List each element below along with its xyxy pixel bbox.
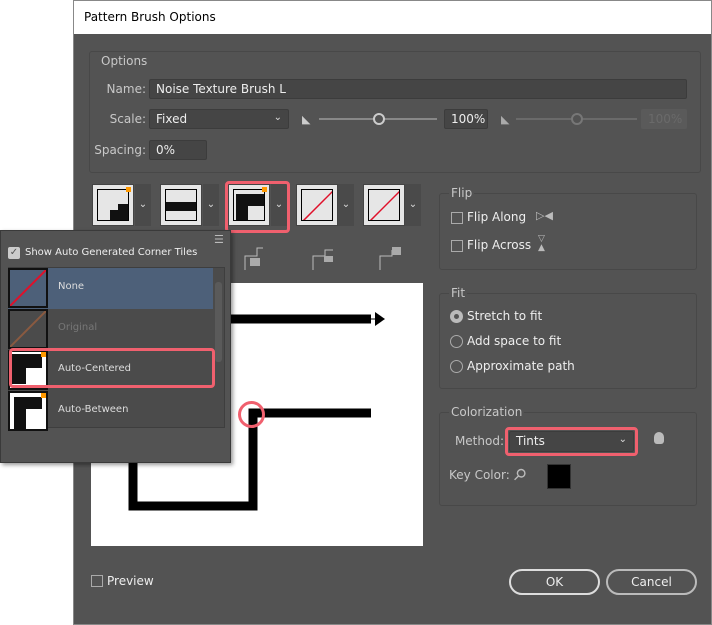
list-scrollbar[interactable] — [213, 268, 224, 427]
corner-tile-popup: ☰ ✓ Show Auto Generated Corner Tiles Non… — [0, 230, 231, 463]
outer-corner-tile-dropdown[interactable]: ⌄ — [203, 184, 219, 226]
spacing-input[interactable]: 0% — [149, 140, 207, 160]
preview-label[interactable]: Preview — [107, 574, 154, 588]
start-tile-icon — [312, 249, 333, 270]
scale-slider-knob[interactable] — [373, 113, 385, 125]
show-auto-checkbox[interactable]: ✓ — [8, 247, 20, 259]
dialog-title: Pattern Brush Options — [74, 1, 711, 34]
start-tile[interactable] — [296, 184, 338, 226]
scale-slider-2-knob — [571, 113, 583, 125]
end-tile-dropdown[interactable]: ⌄ — [405, 184, 421, 226]
list-item-label: Original — [58, 322, 98, 333]
tile-highlight — [225, 181, 290, 233]
list-item-none[interactable]: None — [8, 268, 213, 309]
outer-corner-tile[interactable] — [160, 184, 202, 226]
side-tile[interactable] — [92, 184, 134, 226]
flip-across-icon: ▽ ▲ — [538, 234, 545, 253]
flip-across-checkbox[interactable] — [451, 240, 463, 252]
scale-select[interactable]: Fixed ⌄ — [149, 109, 289, 129]
name-label: Name: — [106, 82, 146, 96]
fit-option-approximate[interactable]: Approximate path — [467, 359, 575, 373]
spacing-label: Spacing: — [94, 143, 146, 157]
original-thumb — [8, 309, 48, 349]
colorization-label: Colorization — [449, 405, 525, 419]
auto-centered-highlight — [9, 348, 215, 388]
panel-menu-icon[interactable]: ☰ — [214, 233, 224, 246]
key-color-label: Key Color: — [449, 468, 510, 482]
cancel-button[interactable]: Cancel — [606, 569, 697, 595]
side-tile-dropdown[interactable]: ⌄ — [135, 184, 151, 226]
fit-radio-stretch[interactable] — [450, 310, 463, 323]
show-auto-label[interactable]: Show Auto Generated Corner Tiles — [25, 247, 197, 258]
scale-value: Fixed — [156, 112, 188, 126]
ok-button[interactable]: OK — [509, 569, 600, 595]
scale-percent-input-2: 100% — [641, 109, 687, 129]
fit-option-add-space[interactable]: Add space to fit — [467, 334, 561, 348]
chevron-down-icon: ⌄ — [273, 112, 282, 123]
list-item-auto-between[interactable]: Auto-Between — [8, 391, 213, 432]
fit-label: Fit — [449, 286, 468, 300]
method-highlight — [505, 427, 638, 456]
end-tile-icon — [379, 247, 401, 270]
flip-group — [439, 193, 697, 270]
pressure-icon: ◣ — [302, 113, 311, 126]
none-slash-icon — [369, 190, 399, 220]
flip-label: Flip — [449, 186, 475, 200]
pressure-icon-2: ◣ — [501, 113, 510, 126]
flip-along-icon: ▷◀ — [536, 209, 553, 222]
flip-across-label[interactable]: Flip Across — [467, 238, 531, 252]
name-input[interactable]: Noise Texture Brush L — [149, 79, 687, 99]
auto-between-thumb — [8, 391, 48, 431]
scale-label: Scale: — [109, 112, 146, 126]
corner-highlight-circle — [238, 401, 265, 428]
none-thumb — [8, 268, 48, 308]
fit-option-stretch[interactable]: Stretch to fit — [467, 309, 542, 323]
flip-along-checkbox[interactable] — [451, 212, 463, 224]
key-color-swatch[interactable] — [547, 464, 571, 489]
tips-bulb-icon[interactable] — [654, 432, 664, 444]
flip-along-label[interactable]: Flip Along — [467, 210, 526, 224]
options-label: Options — [99, 54, 150, 68]
fit-radio-approximate[interactable] — [450, 360, 463, 373]
inner-corner-icon — [244, 247, 263, 270]
start-tile-dropdown[interactable]: ⌄ — [338, 184, 354, 226]
end-tile[interactable] — [363, 184, 405, 226]
scale-percent-input[interactable]: 100% — [444, 109, 488, 129]
fit-radio-add-space[interactable] — [450, 335, 463, 348]
method-label: Method: — [454, 434, 504, 448]
preview-checkbox[interactable] — [91, 575, 103, 587]
list-item-label: Auto-Between — [58, 404, 129, 415]
list-item-label: None — [58, 281, 85, 292]
none-slash-icon — [302, 190, 332, 220]
list-item-original[interactable]: Original — [8, 309, 213, 350]
scrollbar-thumb[interactable] — [215, 282, 222, 362]
